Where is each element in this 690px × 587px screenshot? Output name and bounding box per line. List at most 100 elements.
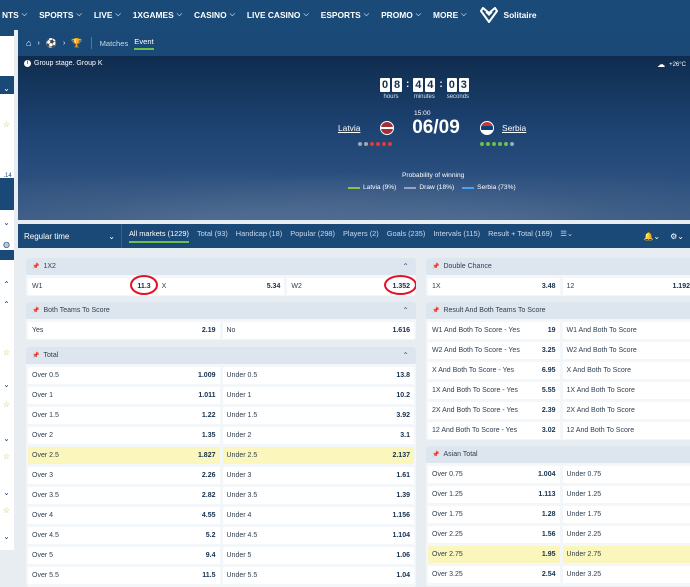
odds-cell[interactable]: Under 5.51.04: [223, 567, 415, 584]
odds-cell[interactable]: Over 5.511.5: [28, 567, 220, 584]
odds-cell[interactable]: 12 And Both To Score - Yes3.02: [428, 422, 560, 439]
chevron-down-icon[interactable]: ⌄: [1, 218, 12, 230]
tab-goals[interactable]: Goals (235): [387, 229, 426, 243]
odds-cell[interactable]: Under 1.25: [563, 486, 690, 503]
pin-icon[interactable]: 📌: [32, 352, 39, 359]
chevron-down-icon[interactable]: ⌄: [1, 532, 12, 544]
odds-cell[interactable]: Over 44.55: [28, 507, 220, 524]
tab-all-markets[interactable]: All markets (1229): [129, 229, 189, 243]
odds-cell[interactable]: Over 4.55.2: [28, 527, 220, 544]
nav-item-events[interactable]: NTS⌵: [2, 10, 27, 20]
soccer-ball-icon[interactable]: ⚽: [46, 38, 57, 49]
odds-cell[interactable]: Under 23.1: [223, 427, 415, 444]
odds-cell[interactable]: Under 0.513.8: [223, 367, 415, 384]
away-team-link[interactable]: Serbia: [502, 123, 526, 133]
market-header[interactable]: 📌Both Teams To Score⌃: [26, 302, 416, 319]
chevron-up-icon[interactable]: ⌃: [1, 326, 12, 338]
gear-icon[interactable]: ⚙⌄: [670, 232, 684, 241]
odds-cell[interactable]: Over 2.751.95: [428, 546, 560, 563]
menu-icon[interactable]: ☰⌄: [560, 229, 573, 243]
pin-icon[interactable]: 📌: [432, 451, 439, 458]
chevron-down-icon[interactable]: ⌄: [1, 380, 12, 392]
odds-cell[interactable]: No1.616: [223, 322, 415, 339]
odds-cell[interactable]: Under 3.51.39: [223, 487, 415, 504]
odds-cell[interactable]: Over 3.252.54: [428, 566, 560, 583]
chevron-up-icon[interactable]: ⌃: [402, 306, 409, 315]
odds-cell[interactable]: Under 2.75: [563, 546, 690, 563]
chevron-down-icon[interactable]: ⌄: [1, 84, 12, 96]
tab-players[interactable]: Players (2): [343, 229, 379, 243]
odds-cell[interactable]: Under 4.51.104: [223, 527, 415, 544]
odds-cell[interactable]: Over 21.35: [28, 427, 220, 444]
tab-matches[interactable]: Matches: [100, 39, 129, 48]
odds-cell[interactable]: W2 And Both To Score - Yes3.25: [428, 342, 560, 359]
star-icon[interactable]: ☆: [1, 400, 12, 412]
chevron-up-icon[interactable]: ⌃: [1, 300, 12, 312]
nav-item-1xgames[interactable]: 1XGAMES⌵: [133, 10, 182, 20]
odds-cell[interactable]: Over 1.251.113: [428, 486, 560, 503]
pin-icon[interactable]: 📌: [432, 307, 439, 314]
odds-cell[interactable]: Yes2.19: [28, 322, 220, 339]
tab-handicap[interactable]: Handicap (18): [236, 229, 282, 243]
pin-icon[interactable]: 📌: [32, 263, 39, 270]
market-header[interactable]: 📌Double Chance: [426, 258, 690, 275]
chevron-down-icon[interactable]: ⌄: [1, 62, 12, 74]
globe-icon[interactable]: ◍: [1, 240, 12, 252]
tab-intervals[interactable]: Intervals (115): [433, 229, 480, 243]
chevron-down-icon[interactable]: ⌄: [1, 40, 12, 52]
tab-result-total[interactable]: Result + Total (169): [488, 229, 552, 243]
odds-cell[interactable]: 1X And Both To Score - Yes5.55: [428, 382, 560, 399]
odds-cell[interactable]: W1 And Both To Score: [563, 322, 690, 339]
odds-cell-x[interactable]: X5.34: [158, 278, 285, 295]
nav-item-more[interactable]: MORE⌵: [433, 10, 466, 20]
pin-icon[interactable]: 📌: [432, 263, 439, 270]
odds-cell[interactable]: Over 3.52.82: [28, 487, 220, 504]
odds-cell[interactable]: 2X And Both To Score - Yes2.39: [428, 402, 560, 419]
market-header[interactable]: 📌Total⌃: [26, 347, 416, 364]
odds-cell-w2[interactable]: W21.352: [287, 278, 414, 295]
odds-cell[interactable]: Over 0.51.009: [28, 367, 220, 384]
odds-cell[interactable]: X And Both To Score - Yes6.95: [428, 362, 560, 379]
odds-cell[interactable]: Over 1.751.28: [428, 506, 560, 523]
nav-item-live[interactable]: LIVE⌵: [94, 10, 121, 20]
odds-cell[interactable]: X And Both To Score: [563, 362, 690, 379]
odds-cell[interactable]: Over 2.51.827: [28, 447, 220, 464]
star-icon[interactable]: ☆: [1, 120, 12, 132]
info-icon[interactable]: i: [24, 60, 31, 67]
odds-cell[interactable]: Under 0.75: [563, 466, 690, 483]
tab-event[interactable]: Event: [134, 37, 153, 50]
chevron-down-icon[interactable]: ⌄: [1, 434, 12, 446]
odds-cell[interactable]: Over 32.26: [28, 467, 220, 484]
odds-cell[interactable]: Under 41.156: [223, 507, 415, 524]
odds-cell[interactable]: 2X And Both To Score: [563, 402, 690, 419]
home-team-link[interactable]: Latvia: [338, 123, 360, 133]
nav-item-promo[interactable]: PROMO⌵: [381, 10, 421, 20]
nav-item-casino[interactable]: CASINO⌵: [194, 10, 235, 20]
odds-cell[interactable]: 1X3.48: [428, 278, 560, 295]
odds-cell[interactable]: Under 1.53.92: [223, 407, 415, 424]
pin-icon[interactable]: 📌: [32, 307, 39, 314]
odds-cell[interactable]: Over 2.251.56: [428, 526, 560, 543]
trophy-icon[interactable]: 🏆: [71, 38, 82, 49]
star-icon[interactable]: ☆: [1, 452, 12, 464]
odds-cell[interactable]: 121.192: [563, 278, 690, 295]
nav-item-live-casino[interactable]: LIVE CASINO⌵: [247, 10, 309, 20]
odds-cell[interactable]: Under 110.2: [223, 387, 415, 404]
odds-cell[interactable]: W2 And Both To Score: [563, 342, 690, 359]
nav-item-esports[interactable]: ESPORTS⌵: [321, 10, 369, 20]
odds-cell[interactable]: Under 1.75: [563, 506, 690, 523]
chevron-up-icon[interactable]: ⌃: [1, 280, 12, 292]
star-icon[interactable]: ☆: [1, 506, 12, 518]
nav-item-sports[interactable]: SPORTS⌵: [39, 10, 82, 20]
market-header[interactable]: 📌Result And Both Teams To Score: [426, 302, 690, 319]
tab-popular[interactable]: Popular (298): [290, 229, 335, 243]
chevron-up-icon[interactable]: ⌃: [402, 351, 409, 360]
market-header[interactable]: 📌1X2⌃: [26, 258, 416, 275]
odds-cell[interactable]: Over 0.751.004: [428, 466, 560, 483]
home-icon[interactable]: ⌂: [26, 38, 31, 48]
odds-cell[interactable]: Under 31.61: [223, 467, 415, 484]
chevron-up-icon[interactable]: ⌃: [402, 262, 409, 271]
chevron-right-icon[interactable]: ›: [1, 100, 12, 112]
solitaire-link[interactable]: Solitaire: [480, 7, 536, 23]
odds-cell[interactable]: 1X And Both To Score: [563, 382, 690, 399]
